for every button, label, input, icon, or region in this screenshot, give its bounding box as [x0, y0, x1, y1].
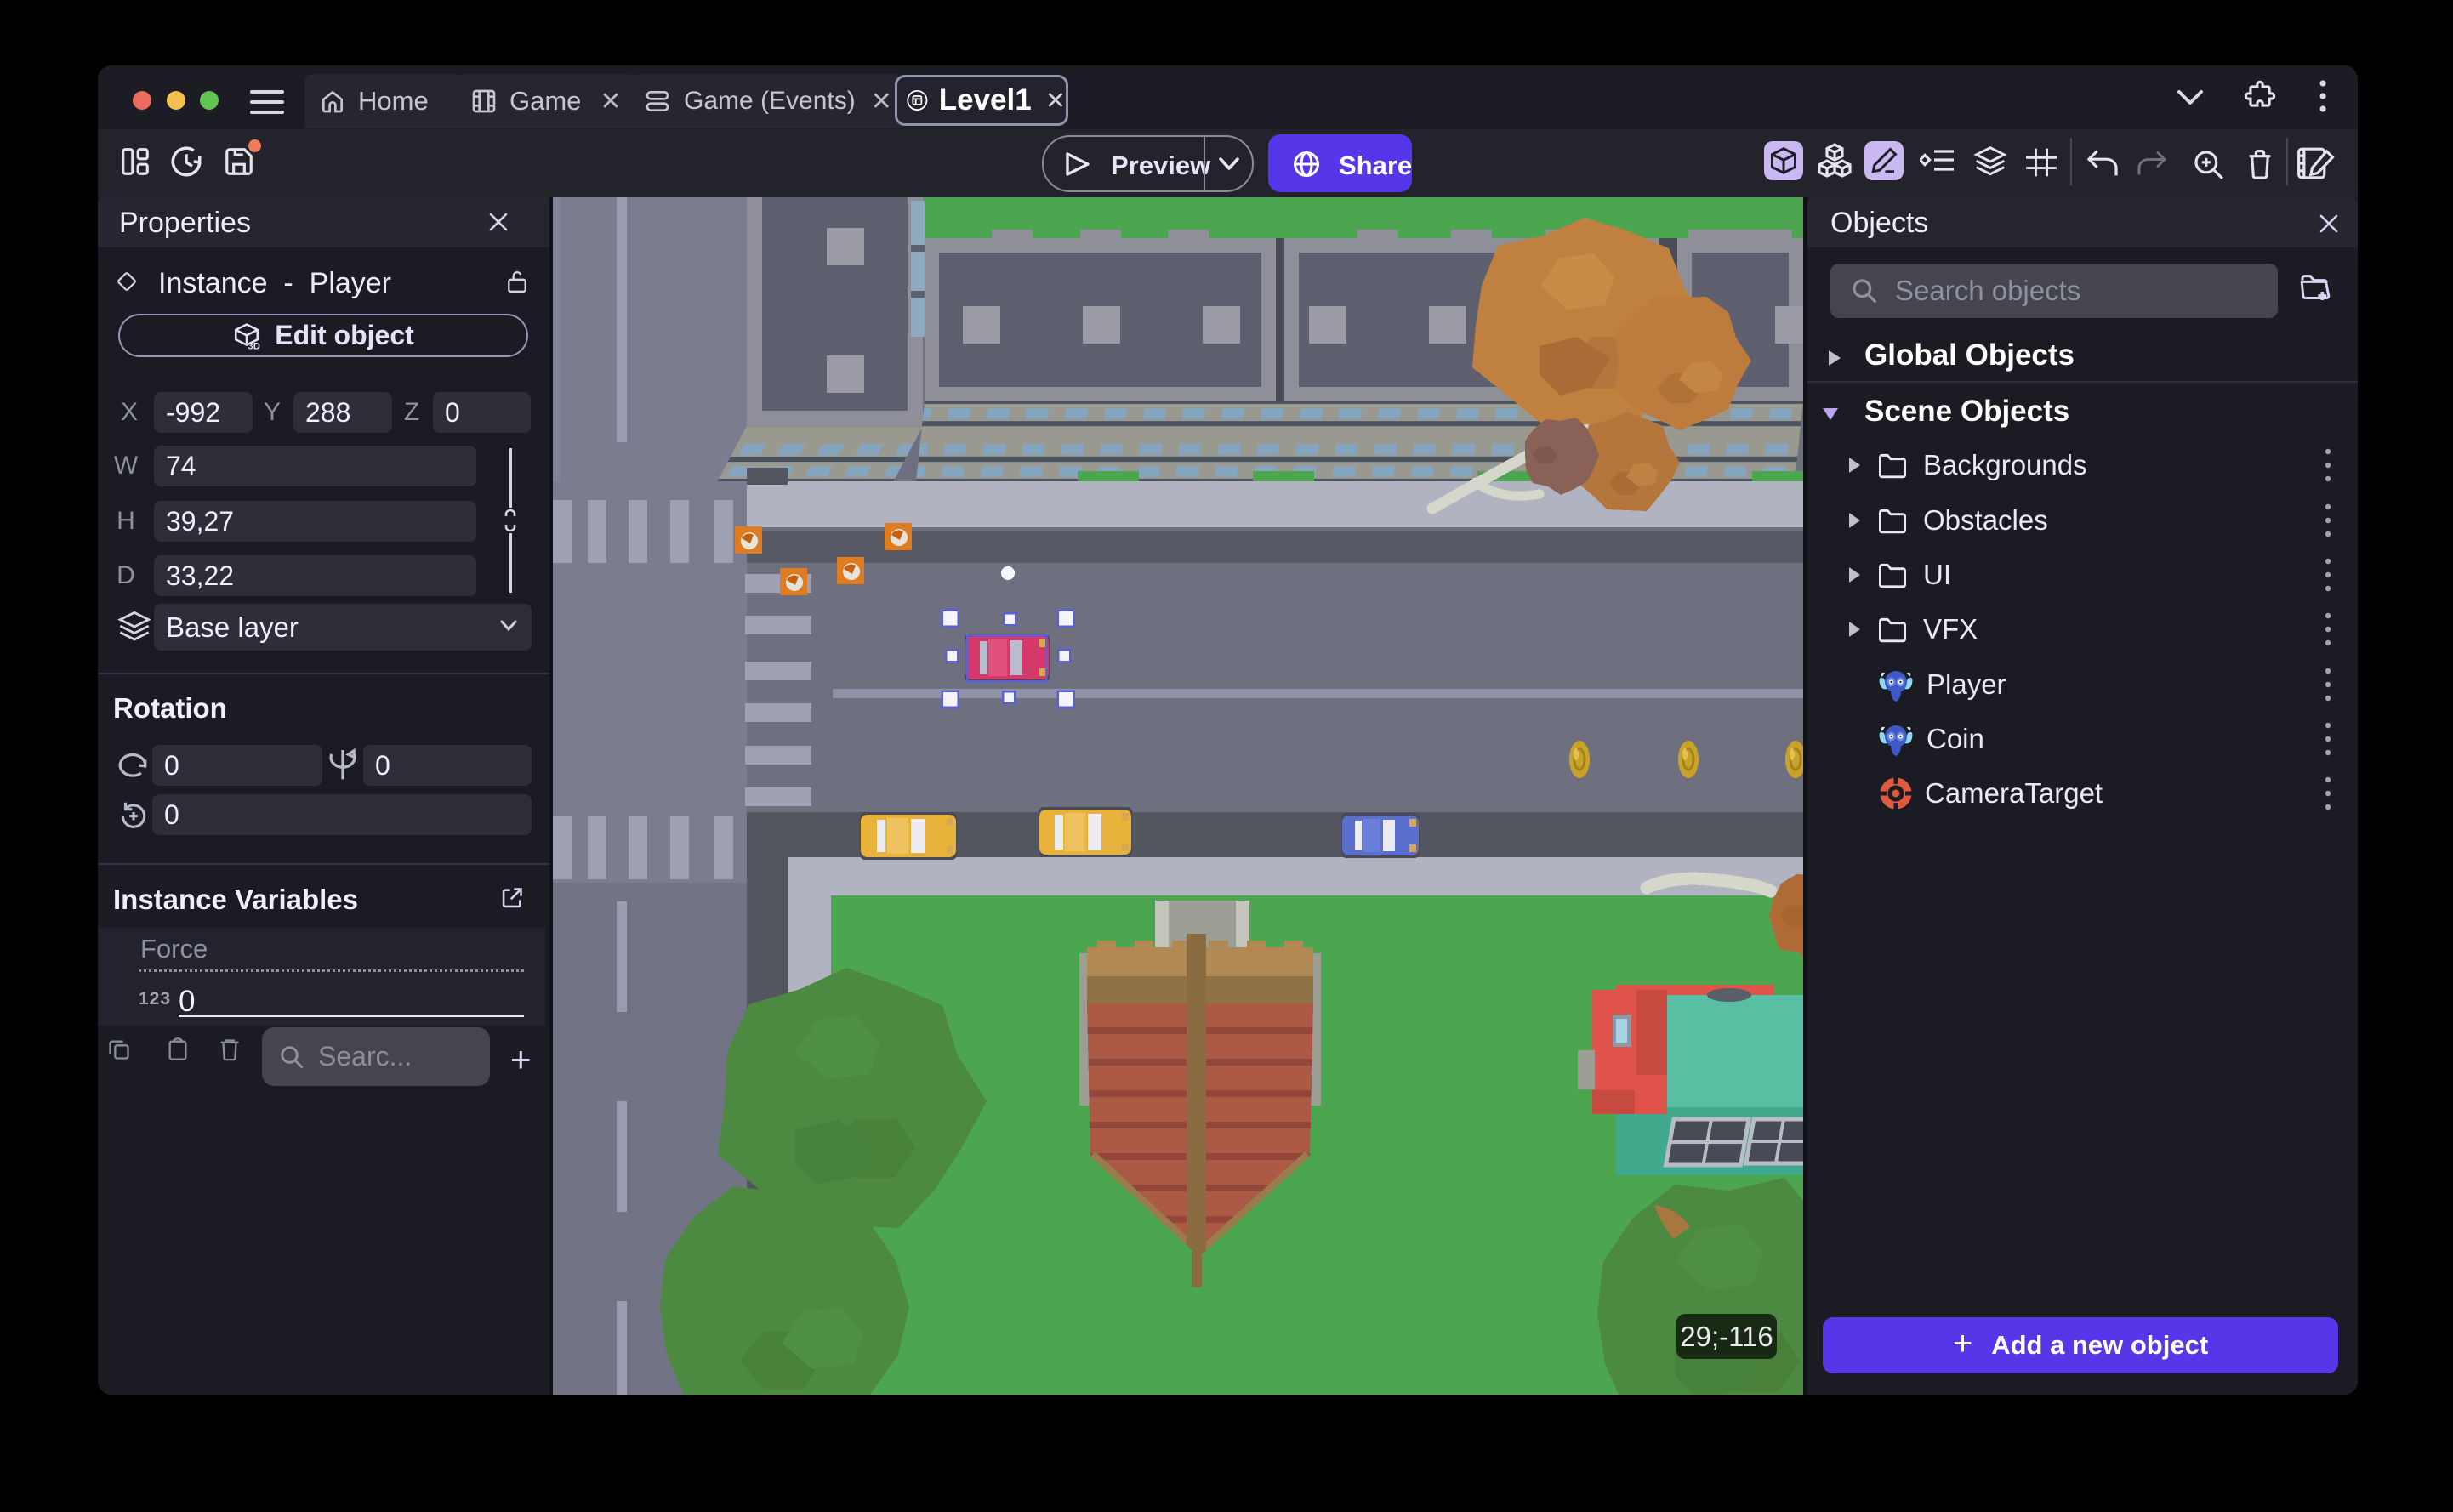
- svg-text:29;-116: 29;-116: [1680, 1321, 1773, 1352]
- svg-text:3D: 3D: [248, 341, 260, 350]
